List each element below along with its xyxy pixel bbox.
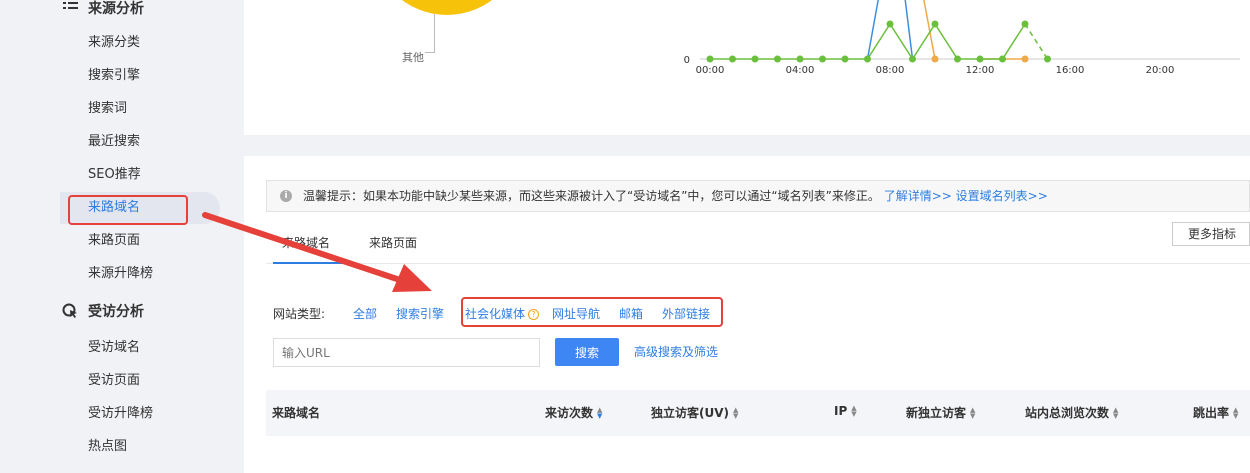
annotation-arrow [202,212,432,292]
